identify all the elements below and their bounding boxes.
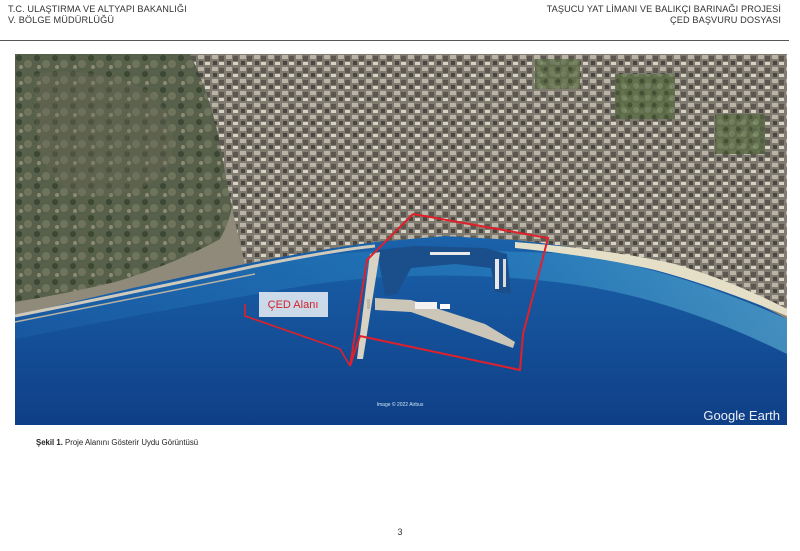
caption-text: Proje Alanını Gösterir Uydu Görüntüsü — [65, 438, 199, 447]
satellite-figure: ÇED Alanı Image © 2022 Airbus Google Ear… — [15, 54, 787, 425]
figure-caption: Şekil 1. Proje Alanını Gösterir Uydu Gör… — [36, 438, 198, 447]
imagery-credit: Image © 2022 Airbus — [377, 401, 424, 408]
satellite-image: ÇED Alanı Image © 2022 Airbus Google Ear… — [15, 54, 787, 425]
google-earth-watermark: Google Earth — [703, 408, 780, 423]
header-right: TAŞUCU YAT LİMANI VE BALIKÇI BARINAĞI PR… — [547, 4, 781, 25]
directorate-name: V. BÖLGE MÜDÜRLÜĞÜ — [8, 14, 115, 25]
area-label: ÇED Alanı — [268, 299, 319, 311]
project-title: TAŞUCU YAT LİMANI VE BALIKÇI BARINAĞI PR… — [546, 4, 781, 14]
ministry-name: T.C. ULAŞTIRMA VE ALTYAPI BAKANLIĞI — [8, 4, 187, 14]
header-divider — [0, 40, 789, 41]
page-number: 3 — [397, 527, 403, 537]
document-title: ÇED BAŞVURU DOSYASI — [670, 14, 781, 25]
caption-number: Şekil 1. — [36, 438, 63, 447]
header-left: T.C. ULAŞTIRMA VE ALTYAPI BAKANLIĞI V. B… — [8, 4, 187, 25]
